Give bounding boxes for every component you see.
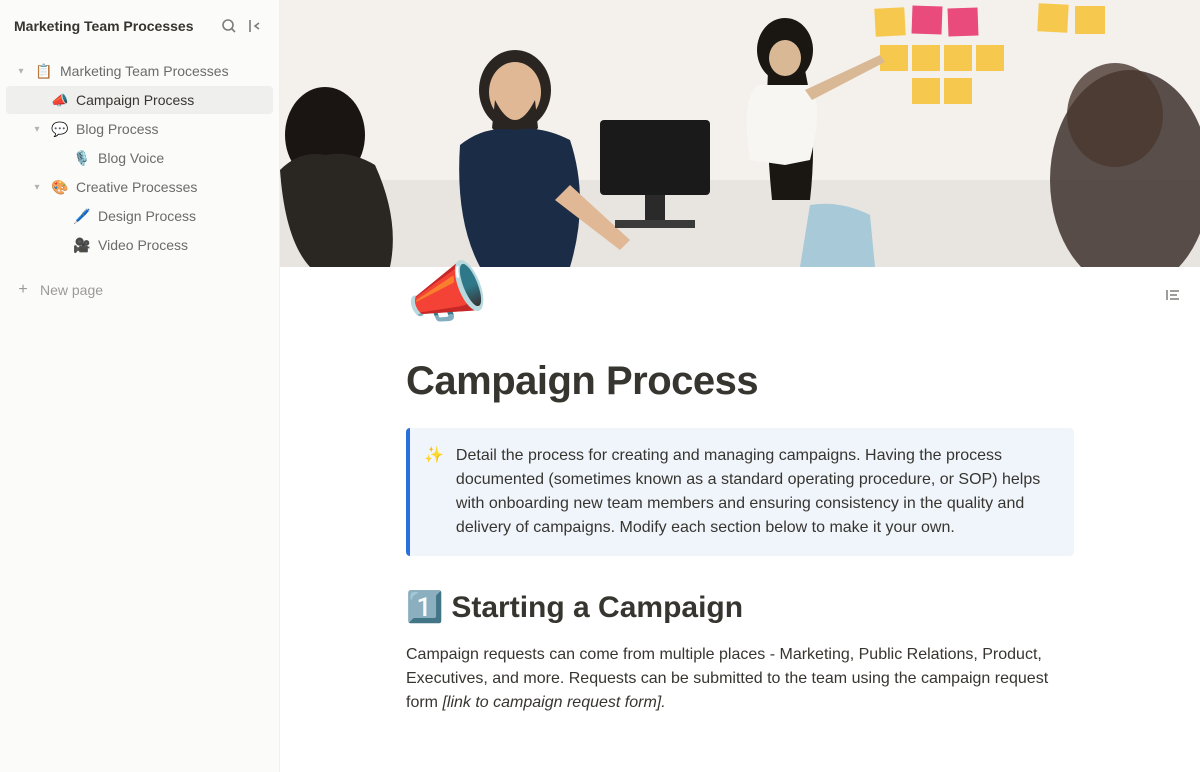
sidebar-header: Marketing Team Processes [0,0,279,48]
page-outline-button[interactable] [1158,280,1188,310]
sidebar-item-label: Video Process [98,237,188,253]
sidebar: Marketing Team Processes ▾ 📋 Marketing T… [0,0,280,772]
nav-tree: ▾ 📋 Marketing Team Processes ▾ 📣 Campaig… [0,48,279,268]
speech-bubble-icon: 💬 [50,121,70,138]
collapse-sidebar-icon[interactable] [243,14,267,38]
chevron-down-icon[interactable]: ▾ [12,62,30,80]
sidebar-item-creative-processes[interactable]: ▾ 🎨 Creative Processes [6,173,273,201]
megaphone-icon: 📣 [50,92,70,109]
page-icon[interactable]: 📣 [406,259,488,325]
search-icon[interactable] [217,14,241,38]
sidebar-item-design-process[interactable]: ▾ 🖊️ Design Process [6,202,273,230]
plus-icon: + [14,281,32,299]
camera-icon: 🎥 [72,237,92,254]
chevron-down-icon[interactable]: ▾ [28,120,46,138]
palette-icon: 🎨 [50,179,70,196]
sidebar-item-campaign-process[interactable]: ▾ 📣 Campaign Process [6,86,273,114]
chevron-down-icon[interactable]: ▾ [28,178,46,196]
page-title[interactable]: Campaign Process [406,359,1074,404]
sidebar-item-label: Blog Voice [98,150,164,166]
sidebar-item-label: Design Process [98,208,196,224]
sidebar-item-blog-voice[interactable]: ▾ 🎙️ Blog Voice [6,144,273,172]
cover-image[interactable] [280,0,1200,267]
callout-block[interactable]: ✨ Detail the process for creating and ma… [406,428,1074,556]
main-content: 📣 Campaign Process ✨ Detail the process … [280,0,1200,772]
workspace-title[interactable]: Marketing Team Processes [14,18,215,34]
sidebar-item-label: Marketing Team Processes [60,63,229,79]
pen-icon: 🖊️ [72,208,92,225]
page-content: 📣 Campaign Process ✨ Detail the process … [386,267,1094,772]
new-page-label: New page [40,282,103,298]
keycap-one-icon: 1️⃣ [406,590,443,625]
sidebar-item-label: Blog Process [76,121,158,137]
section-heading-starting-campaign[interactable]: 1️⃣ Starting a Campaign [406,590,1074,625]
body-paragraph[interactable]: Campaign requests can come from multiple… [406,643,1074,715]
sidebar-item-video-process[interactable]: ▾ 🎥 Video Process [6,231,273,259]
sidebar-item-marketing-team-processes[interactable]: ▾ 📋 Marketing Team Processes [6,57,273,85]
microphone-icon: 🎙️ [72,150,92,167]
sparkles-icon: ✨ [424,444,444,540]
clipboard-icon: 📋 [34,63,54,80]
body-text-link-placeholder: [link to campaign request form]. [442,694,665,711]
new-page-button[interactable]: + New page [0,276,279,304]
sidebar-item-label: Campaign Process [76,92,194,108]
sidebar-item-blog-process[interactable]: ▾ 💬 Blog Process [6,115,273,143]
sidebar-item-label: Creative Processes [76,179,197,195]
callout-text: Detail the process for creating and mana… [456,444,1056,540]
section-heading-text: Starting a Campaign [451,591,743,625]
